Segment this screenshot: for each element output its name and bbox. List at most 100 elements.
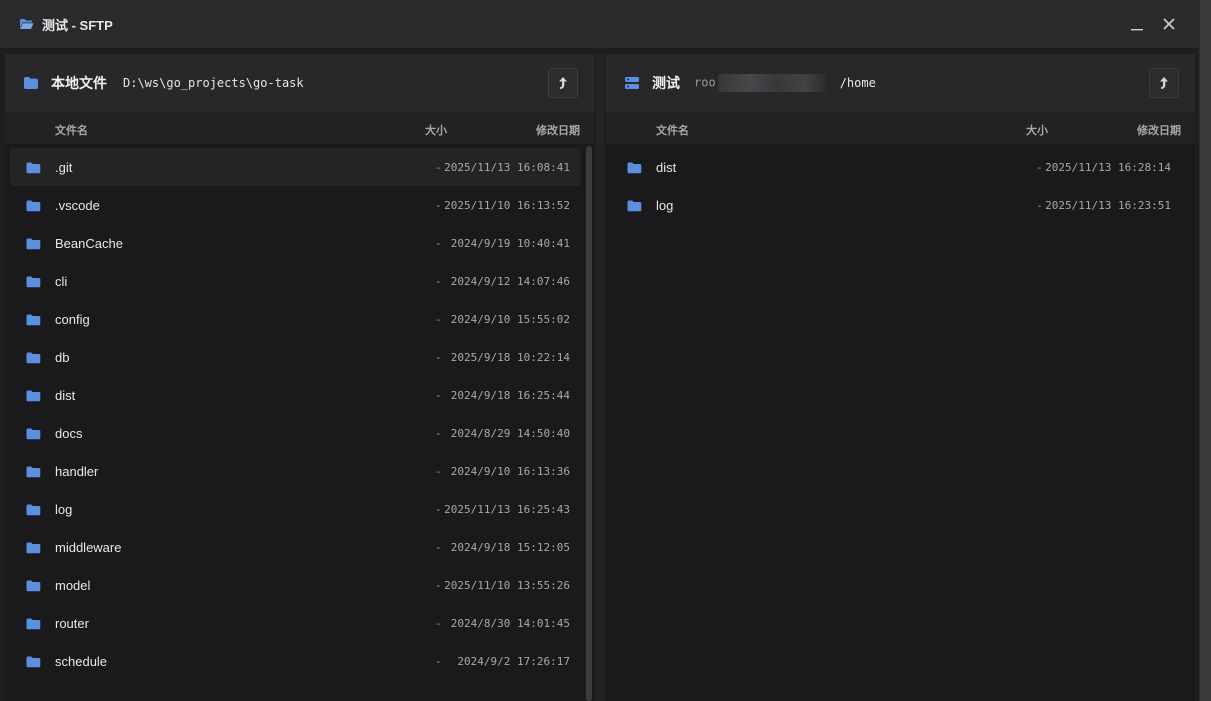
file-size: - bbox=[435, 465, 442, 478]
file-row[interactable]: .vscode -2025/11/10 16:13:52 bbox=[5, 186, 594, 224]
file-row[interactable]: cli -2024/9/12 14:07:46 bbox=[5, 262, 594, 300]
file-date: 2024/9/10 15:55:02 bbox=[450, 313, 570, 326]
file-row[interactable]: log -2025/11/13 16:25:43 bbox=[5, 490, 594, 528]
file-name: log bbox=[55, 502, 73, 517]
remote-host-prefix: roo bbox=[694, 75, 716, 90]
file-name: schedule bbox=[55, 654, 108, 669]
file-name: dist bbox=[55, 388, 76, 403]
local-path[interactable]: D:\ws\go_projects\go-task bbox=[123, 76, 304, 90]
local-file-list: .git -2025/11/13 16:08:41 .vscode -2025/11/… bbox=[5, 148, 594, 680]
file-name: .git bbox=[55, 160, 73, 175]
file-row[interactable]: model -2025/11/10 13:55:26 bbox=[5, 566, 594, 604]
file-row[interactable]: dist -2024/9/18 16:25:44 bbox=[5, 376, 594, 414]
file-date: 2024/9/18 16:25:44 bbox=[450, 389, 570, 402]
file-row[interactable]: handler -2024/9/10 16:13:36 bbox=[5, 452, 594, 490]
file-date: 2025/11/13 16:25:43 bbox=[444, 503, 570, 516]
file-date: 2024/8/30 14:01:45 bbox=[450, 617, 570, 630]
file-row[interactable]: dist -2025/11/13 16:28:14 bbox=[606, 148, 1195, 186]
file-size: - bbox=[435, 351, 442, 364]
file-date: 2024/9/2 17:26:17 bbox=[457, 655, 570, 668]
file-name: model bbox=[55, 578, 91, 593]
column-name[interactable]: 文件名 bbox=[656, 122, 689, 138]
file-row[interactable]: .git -2025/11/13 16:08:41 bbox=[10, 148, 581, 186]
file-row[interactable]: router -2024/8/30 14:01:45 bbox=[5, 604, 594, 642]
host-redaction bbox=[717, 74, 826, 92]
file-size: - bbox=[435, 313, 442, 326]
file-row[interactable]: BeanCache -2024/9/19 10:40:41 bbox=[5, 224, 594, 262]
folder-icon bbox=[26, 199, 41, 212]
file-name: handler bbox=[55, 464, 99, 479]
remote-file-list: dist -2025/11/13 16:28:14 log -2025/11/13 1… bbox=[606, 148, 1195, 224]
panel-divider[interactable] bbox=[596, 54, 604, 701]
file-row[interactable]: db -2025/9/18 10:22:14 bbox=[5, 338, 594, 376]
file-name: cli bbox=[55, 274, 68, 289]
file-size: - bbox=[435, 503, 442, 516]
file-date: 2024/9/10 16:13:36 bbox=[450, 465, 570, 478]
remote-panel: 测试 roo /home 文件名 大小 修改日期 dist -2025/11/13… bbox=[606, 54, 1195, 701]
local-scrollbar-thumb[interactable] bbox=[586, 146, 592, 701]
file-date: 2025/11/13 16:28:14 bbox=[1045, 161, 1171, 174]
file-size: - bbox=[435, 389, 442, 402]
file-date: 2024/9/18 15:12:05 bbox=[450, 541, 570, 554]
title-bar: 测试 - SFTP bbox=[0, 0, 1199, 48]
file-size: - bbox=[435, 541, 442, 554]
file-date: 2024/9/12 14:07:46 bbox=[450, 275, 570, 288]
folder-icon bbox=[26, 655, 41, 668]
folder-icon bbox=[23, 76, 39, 90]
close-button[interactable] bbox=[1157, 12, 1181, 36]
column-size[interactable]: 大小 bbox=[425, 122, 447, 138]
folder-icon bbox=[627, 199, 642, 212]
file-size: - bbox=[435, 427, 442, 440]
file-size: - bbox=[1036, 199, 1043, 212]
folder-icon bbox=[26, 275, 41, 288]
file-row[interactable]: log -2025/11/13 16:23:51 bbox=[606, 186, 1195, 224]
folder-icon bbox=[26, 389, 41, 402]
close-icon bbox=[1163, 18, 1175, 30]
folder-icon bbox=[26, 427, 41, 440]
minimize-button[interactable] bbox=[1125, 12, 1149, 36]
file-date: 2025/11/13 16:08:41 bbox=[444, 161, 570, 174]
server-icon bbox=[624, 76, 640, 90]
remote-panel-title: 测试 bbox=[652, 75, 680, 91]
folder-icon bbox=[26, 237, 41, 250]
column-name[interactable]: 文件名 bbox=[55, 122, 88, 138]
file-row[interactable]: schedule - 2024/9/2 17:26:17 bbox=[5, 642, 594, 680]
local-panel-title: 本地文件 bbox=[51, 75, 107, 91]
file-size: - bbox=[435, 617, 442, 630]
file-name: BeanCache bbox=[55, 236, 123, 251]
file-row[interactable]: config -2024/9/10 15:55:02 bbox=[5, 300, 594, 338]
up-arrow-icon bbox=[1160, 77, 1168, 89]
column-date[interactable]: 修改日期 bbox=[536, 122, 580, 138]
file-row[interactable]: docs -2024/8/29 14:50:40 bbox=[5, 414, 594, 452]
file-date: 2025/9/18 10:22:14 bbox=[450, 351, 570, 364]
local-panel: 本地文件 D:\ws\go_projects\go-task 文件名 大小 修改… bbox=[5, 54, 594, 701]
file-name: dist bbox=[656, 160, 677, 175]
folder-icon bbox=[26, 503, 41, 516]
file-name: db bbox=[55, 350, 70, 365]
folder-icon bbox=[26, 617, 41, 630]
folder-open-icon bbox=[19, 18, 34, 30]
remote-column-header: 文件名 大小 修改日期 bbox=[606, 112, 1195, 144]
folder-icon bbox=[26, 161, 41, 174]
file-size: - bbox=[435, 161, 442, 174]
file-name: docs bbox=[55, 426, 83, 441]
file-date: 2025/11/13 16:23:51 bbox=[1045, 199, 1171, 212]
file-name: log bbox=[656, 198, 674, 213]
column-size[interactable]: 大小 bbox=[1026, 122, 1048, 138]
remote-panel-header: 测试 roo /home bbox=[606, 54, 1195, 112]
folder-icon bbox=[26, 313, 41, 326]
file-date: 2024/9/19 10:40:41 bbox=[450, 237, 570, 250]
folder-icon bbox=[627, 161, 642, 174]
remote-path[interactable]: /home bbox=[840, 76, 876, 90]
file-row[interactable]: middleware -2024/9/18 15:12:05 bbox=[5, 528, 594, 566]
file-date: 2025/11/10 13:55:26 bbox=[444, 579, 570, 592]
remote-up-button[interactable] bbox=[1149, 68, 1179, 98]
folder-icon bbox=[26, 541, 41, 554]
local-panel-header: 本地文件 D:\ws\go_projects\go-task bbox=[5, 54, 594, 112]
file-size: - bbox=[435, 199, 442, 212]
local-up-button[interactable] bbox=[548, 68, 578, 98]
remote-host: roo bbox=[694, 74, 826, 92]
column-date[interactable]: 修改日期 bbox=[1137, 122, 1181, 138]
file-size: - bbox=[435, 579, 442, 592]
local-scrollbar[interactable] bbox=[586, 146, 592, 701]
